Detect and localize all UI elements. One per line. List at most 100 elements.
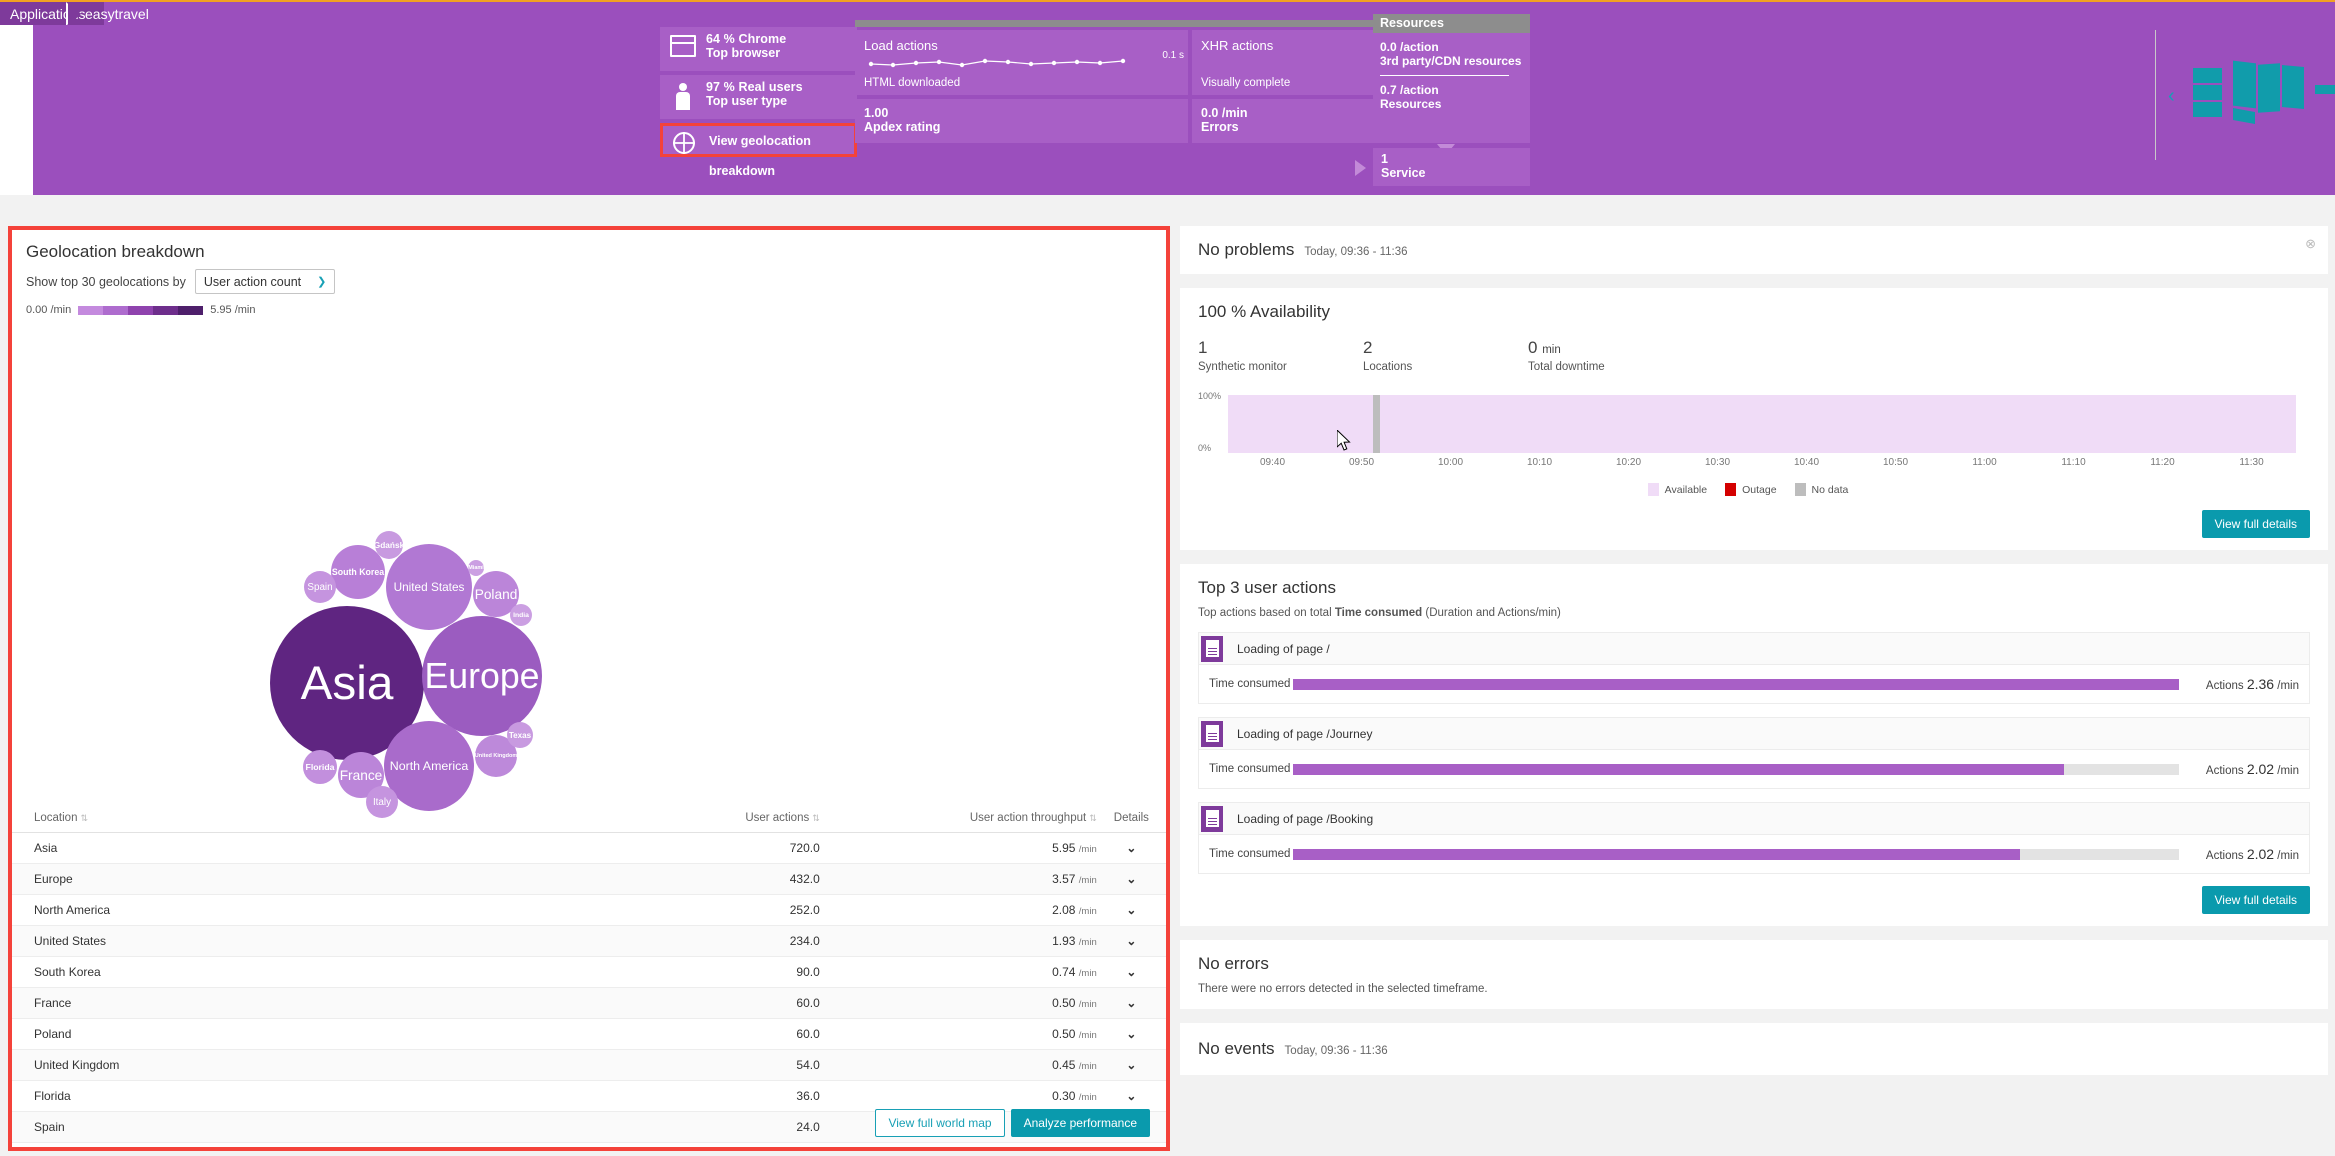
- load-actions-title: Load actions: [864, 38, 938, 53]
- errors-label: Errors: [1201, 120, 1239, 134]
- availability-stats: 1 Synthetic monitor 2 Locations 0 min To…: [1198, 338, 2310, 373]
- bubble-united-states[interactable]: United States: [386, 544, 472, 630]
- apdex-rating-tile[interactable]: 1.00 Apdex rating: [855, 99, 1188, 143]
- bubble-texas[interactable]: Texas: [507, 722, 533, 748]
- no-data-segment: [1373, 395, 1381, 453]
- service-label: Service: [1381, 166, 1426, 180]
- bubble-europe[interactable]: Europe: [422, 616, 542, 736]
- geolocation-action-buttons: View full world map Analyze performance: [875, 1109, 1150, 1137]
- availability-legend: Available Outage No data: [1198, 483, 2310, 496]
- stat-locations: 2 Locations: [1363, 338, 1413, 373]
- table-row[interactable]: Florida 36.0 0.30 /min ⌄: [12, 1080, 1166, 1112]
- row-expand-chevron-down-icon[interactable]: ⌄: [1096, 1049, 1166, 1081]
- show-more-container: Show 10 more ⌄: [12, 1143, 1166, 1156]
- kpi-top-browser[interactable]: 64 % Chrome Top browser: [660, 27, 857, 71]
- cell-user-actions: 90.0: [519, 956, 820, 988]
- cell-user-actions: 432.0: [519, 863, 820, 895]
- cell-throughput: 1.93 /min: [819, 925, 1097, 957]
- cell-throughput: 3.57 /min: [819, 863, 1097, 895]
- analyze-performance-button[interactable]: Analyze performance: [1010, 1109, 1150, 1137]
- no-problems-card: No problems Today, 09:36 - 11:36 ⊗: [1180, 226, 2328, 274]
- user-actions-title: Top 3 user actions: [1198, 578, 1336, 597]
- apdex-value: 1.00: [864, 106, 889, 120]
- legend-available: Available: [1664, 483, 1708, 496]
- time-consumed-bar: [1293, 763, 2179, 775]
- row-expand-chevron-down-icon[interactable]: ⌄: [1096, 1080, 1166, 1112]
- user-action-item[interactable]: Loading of page /Booking Time consumed Act…: [1198, 802, 2310, 874]
- bubble-miami[interactable]: Miami: [468, 560, 484, 576]
- user-action-item[interactable]: Loading of page /Journey Time consumed Act…: [1198, 717, 2310, 789]
- row-expand-chevron-down-icon[interactable]: ⌄: [1096, 863, 1166, 895]
- cell-location: Spain: [12, 1111, 520, 1143]
- availability-view-full-details-button[interactable]: View full details: [2201, 510, 2310, 538]
- bubble-spain[interactable]: Spain: [304, 571, 336, 603]
- bubble-gda-sk[interactable]: Gdańsk: [375, 531, 403, 559]
- breadcrumb-current[interactable]: easytravel: [85, 2, 149, 27]
- load-actions-footer: HTML downloaded: [864, 77, 961, 89]
- cell-location: Poland: [12, 1018, 520, 1050]
- xhr-actions-footer: Visually complete: [1201, 77, 1291, 89]
- table-row[interactable]: Poland 60.0 0.50 /min ⌄: [12, 1018, 1166, 1050]
- cell-user-actions: 54.0: [519, 1049, 820, 1081]
- row-expand-chevron-down-icon[interactable]: ⌄: [1096, 925, 1166, 957]
- stat-synthetic-monitor: 1 Synthetic monitor: [1198, 338, 1287, 373]
- service-prev-arrow-icon[interactable]: [1355, 160, 1366, 176]
- view-geolocation-breakdown-button[interactable]: View geolocation breakdown: [660, 123, 857, 178]
- load-actions-card[interactable]: Load actions 0.1 s HTML downloaded: [855, 30, 1188, 95]
- service-tile[interactable]: 1 Service: [1373, 148, 1530, 186]
- breadcrumb-sep: [68, 2, 81, 26]
- hero-left-gutter: [0, 25, 33, 195]
- close-icon[interactable]: ⊗: [2305, 236, 2316, 252]
- cell-user-actions: 36.0: [519, 1080, 820, 1112]
- cell-location: Asia: [12, 832, 520, 864]
- mouse-cursor: [1337, 430, 1351, 451]
- resources-tile[interactable]: Resources 0.0 /action 3rd party/CDN reso…: [1373, 14, 1530, 118]
- axis-tick: 10:30: [1704, 457, 1731, 468]
- axis-tick: 10:20: [1615, 457, 1642, 468]
- resources-divider: [1380, 75, 1509, 76]
- resources-label: Resources: [1380, 97, 1442, 111]
- availability-plot-area[interactable]: [1228, 395, 2296, 453]
- col-throughput[interactable]: User action throughput ⇅: [819, 806, 1097, 833]
- row-expand-chevron-down-icon[interactable]: ⌄: [1096, 987, 1166, 1019]
- user-action-item[interactable]: Loading of page / Time consumed Actions 2.…: [1198, 632, 2310, 704]
- geolocation-bubble-chart: Asia Europe North America United States Sout…: [12, 316, 1174, 818]
- stat-total-downtime: 0 min Total downtime: [1528, 338, 1605, 373]
- geolocation-color-legend: 0.00 /min 5.95 /min: [12, 294, 1166, 316]
- legend-no-data: No data: [1811, 483, 1849, 496]
- bubble-india[interactable]: India: [510, 604, 532, 626]
- no-events-card: No events Today, 09:36 - 11:36: [1180, 1023, 2328, 1075]
- geolocation-table: Location ⇅ User actions ⇅ User action thro…: [12, 806, 1166, 1143]
- table-row[interactable]: Asia 720.0 5.95 /min ⌄: [12, 832, 1166, 864]
- table-row[interactable]: United Kingdom 54.0 0.45 /min ⌄: [12, 1049, 1166, 1081]
- legend-min-label: 0.00 /min: [26, 304, 72, 316]
- cell-throughput: 0.50 /min: [819, 987, 1097, 1019]
- col-user-actions[interactable]: User actions ⇅: [519, 806, 820, 833]
- user-actions-view-full-details-button[interactable]: View full details: [2201, 886, 2310, 914]
- bubble-italy[interactable]: Italy: [366, 786, 398, 818]
- row-expand-chevron-down-icon[interactable]: ⌄: [1096, 894, 1166, 926]
- table-row[interactable]: France 60.0 0.50 /min ⌄: [12, 987, 1166, 1019]
- row-expand-chevron-down-icon[interactable]: ⌄: [1096, 832, 1166, 864]
- chevron-left-icon[interactable]: ‹: [2168, 85, 2175, 108]
- resources-header: Resources: [1373, 14, 1530, 33]
- axis-tick: 10:10: [1526, 457, 1553, 468]
- row-expand-chevron-down-icon[interactable]: ⌄: [1096, 956, 1166, 988]
- table-row[interactable]: United States 234.0 1.93 /min ⌄: [12, 925, 1166, 957]
- col-location[interactable]: Location ⇅: [12, 806, 520, 833]
- problems-timeframe: Today, 09:36 - 11:36: [1304, 246, 1408, 258]
- load-actions-axis-label: 0.1 s: [1162, 50, 1184, 61]
- axis-tick: 10:50: [1882, 457, 1909, 468]
- axis-tick: 11:20: [2150, 457, 2175, 468]
- bubble-florida[interactable]: Florida: [303, 750, 337, 784]
- table-row[interactable]: Europe 432.0 3.57 /min ⌄: [12, 863, 1166, 895]
- geolocation-metric-select[interactable]: User action count ❯: [194, 269, 336, 294]
- table-row[interactable]: North America 252.0 2.08 /min ⌄: [12, 894, 1166, 926]
- table-row[interactable]: South Korea 90.0 0.74 /min ⌄: [12, 956, 1166, 988]
- errors-text: There were no errors detected in the sel…: [1198, 983, 1488, 995]
- row-expand-chevron-down-icon[interactable]: ⌄: [1096, 1018, 1166, 1050]
- events-title: No events: [1198, 1039, 1275, 1058]
- view-full-world-map-button[interactable]: View full world map: [875, 1109, 1005, 1137]
- cell-location: South Korea: [12, 956, 520, 988]
- kpi-top-user-type[interactable]: 97 % Real users Top user type: [660, 75, 857, 119]
